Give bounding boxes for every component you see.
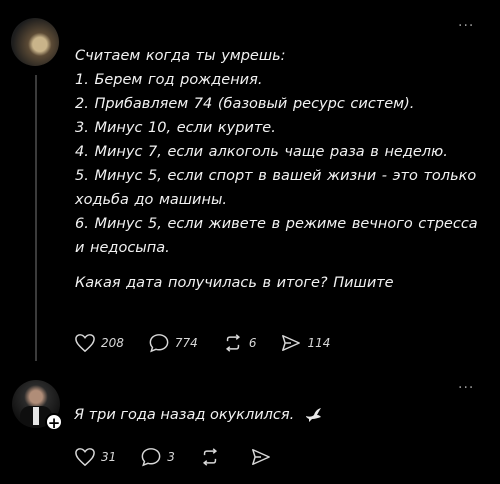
more-options-icon[interactable]: ··· (458, 18, 474, 34)
post-question: Какая дата получилась в итоге? Пишите (75, 275, 394, 291)
follow-plus-icon[interactable]: + (45, 413, 63, 432)
like-button[interactable]: 208 (74, 333, 124, 353)
comment-count: 3 (167, 450, 175, 464)
comment-icon (141, 448, 161, 467)
share-count: 114 (307, 336, 331, 350)
reply-text: Я три года назад окуклился. (74, 407, 295, 423)
comment-button[interactable]: 3 (140, 447, 175, 467)
post-line: 1. Берем год рождения. (75, 72, 263, 88)
thread-line (35, 75, 37, 361)
repost-icon (202, 448, 217, 466)
dove-icon (305, 408, 321, 422)
post-line: 3. Минус 10, если курите. (75, 120, 276, 136)
post-body: Считаем когда ты умрешь: 1. Берем год ро… (75, 44, 495, 295)
post-line: ходьба до машины. (75, 192, 228, 208)
post-line: 6. Минус 5, если живете в режиме вечного… (75, 216, 478, 232)
repost-button[interactable] (199, 447, 226, 467)
heart-icon (75, 334, 95, 353)
share-button[interactable]: 114 (280, 333, 330, 353)
reply-body: Я три года назад окуклился. (74, 406, 323, 424)
share-icon (282, 335, 301, 351)
more-options-icon[interactable]: ··· (458, 380, 474, 396)
like-count: 208 (101, 336, 124, 350)
reply-actions: 31 3 (74, 447, 301, 467)
repost-count: 6 (248, 336, 257, 350)
post-line: 4. Минус 7, если алкоголь чаще раза в не… (75, 144, 448, 160)
post-line: и недосыпа. (75, 240, 170, 256)
repost-icon (225, 334, 240, 352)
post-line: 2. Прибавляем 74 (базовый ресурс систем)… (75, 96, 415, 112)
comment-icon (149, 334, 169, 353)
comment-count: 774 (174, 336, 198, 350)
repost-button[interactable]: 6 (222, 333, 257, 353)
post-line: Считаем когда ты умрешь: (75, 48, 286, 64)
like-button[interactable]: 31 (74, 447, 116, 467)
share-icon (252, 449, 270, 465)
share-button[interactable] (250, 447, 277, 467)
comment-button[interactable]: 774 (148, 333, 198, 353)
author-avatar[interactable] (11, 18, 59, 66)
like-count: 31 (101, 450, 117, 464)
heart-icon (75, 448, 95, 467)
post-line: 5. Минус 5, если спорт в вашей жизни - э… (75, 168, 477, 184)
post-actions: 208 774 6 114 (74, 333, 354, 353)
